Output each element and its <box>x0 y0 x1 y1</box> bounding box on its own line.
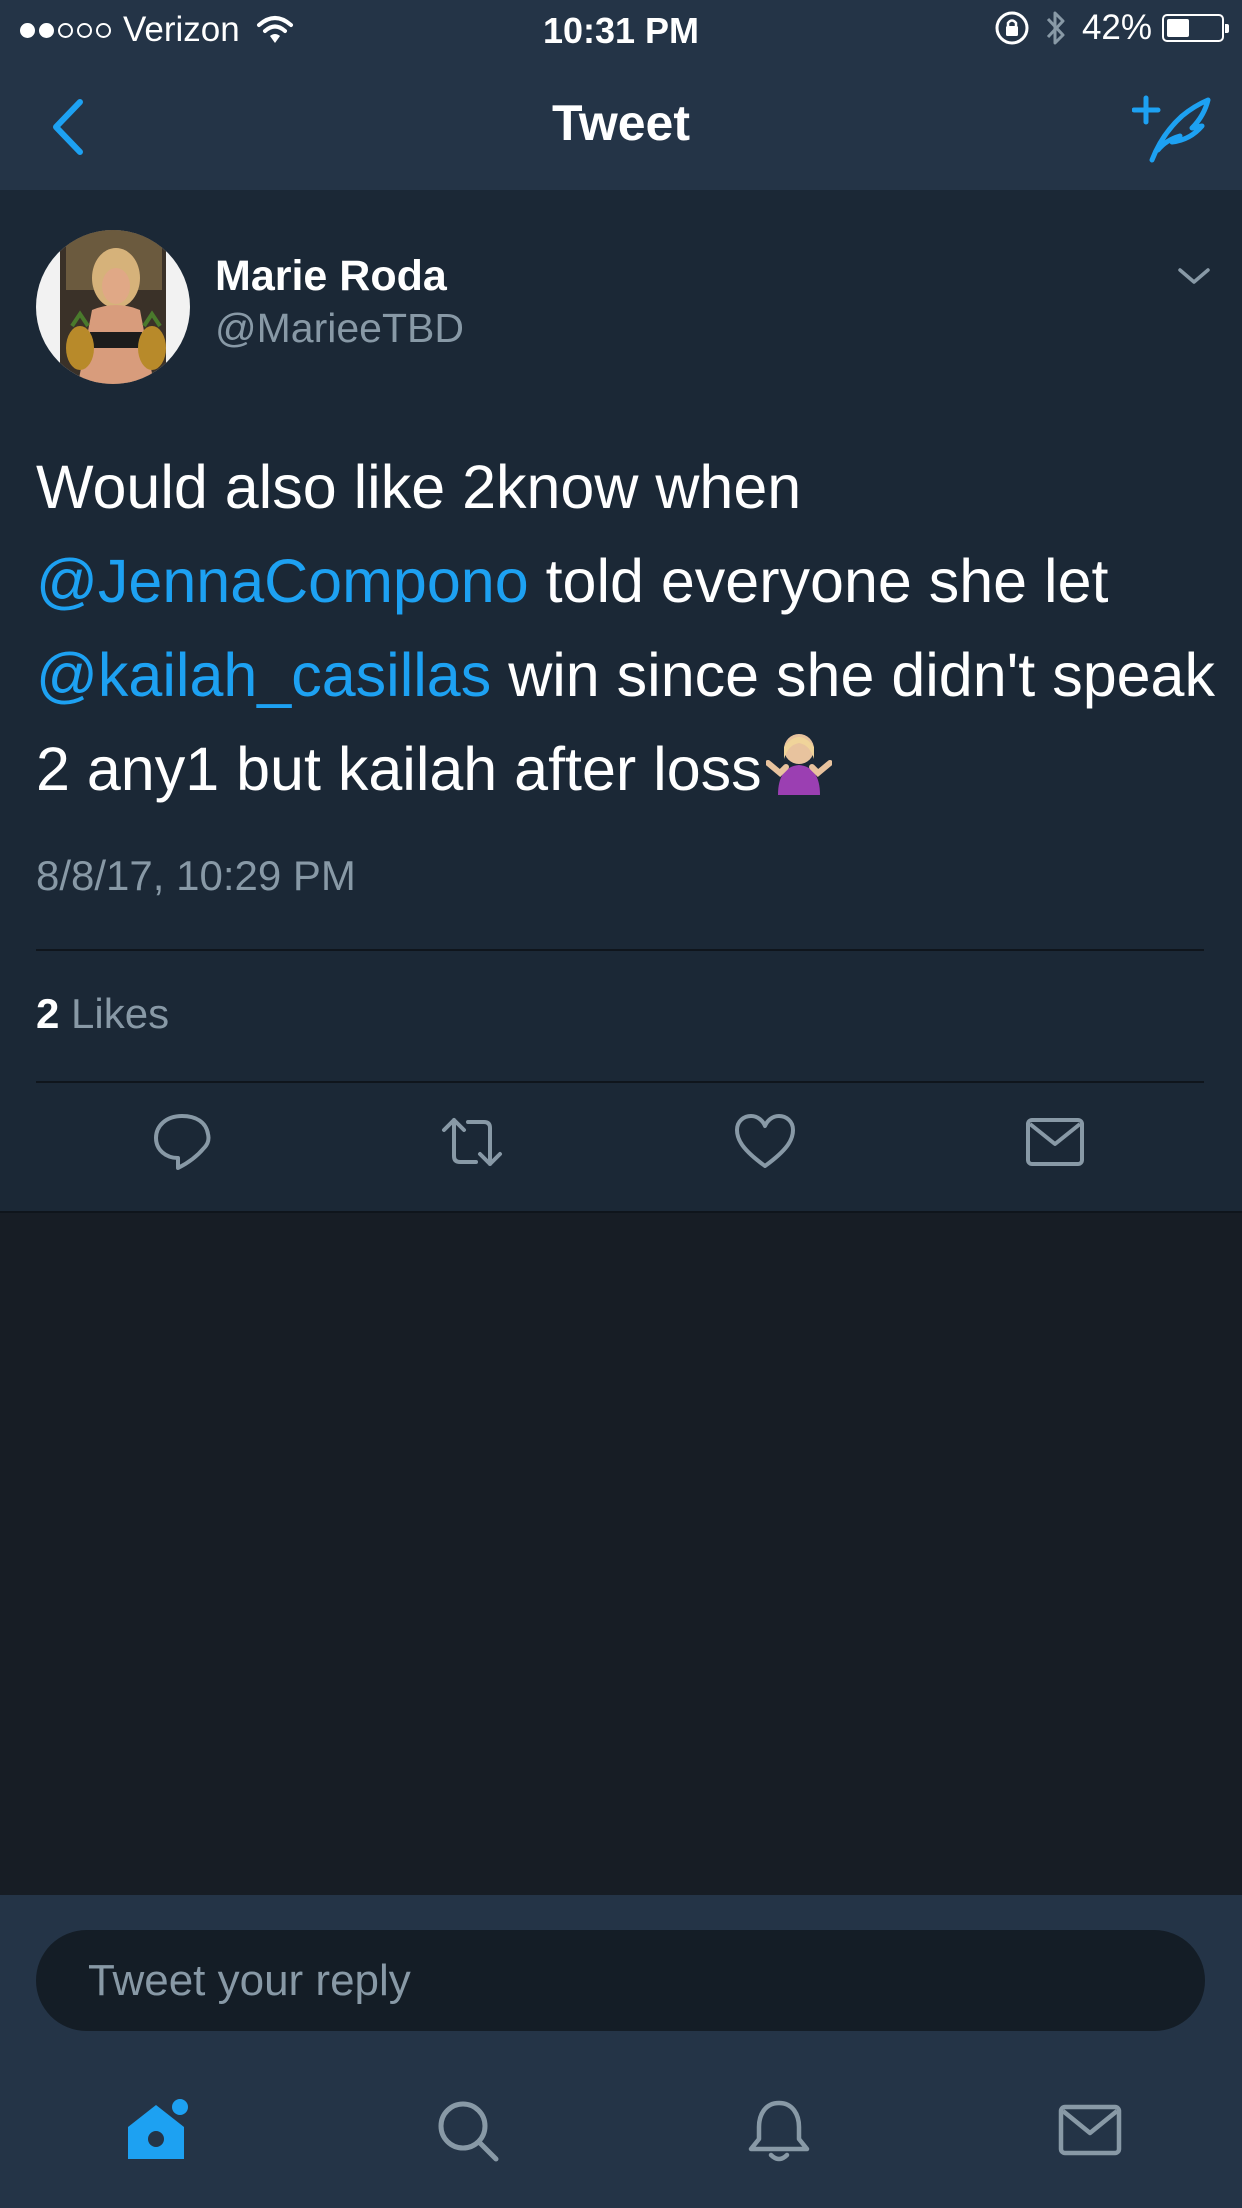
tweet-text-part: Would also like 2know when <box>36 453 802 521</box>
top-bar: Verizon 10:31 PM 42% Tweet <box>0 0 1242 190</box>
shrug-emoji-icon <box>764 727 833 821</box>
compose-tweet-icon[interactable] <box>1132 94 1212 164</box>
carrier-name: Verizon <box>123 10 240 49</box>
status-right: 42% <box>994 8 1229 48</box>
signal-dot <box>58 22 73 38</box>
wifi-icon <box>256 16 293 43</box>
reply-placeholder: Tweet your reply <box>88 1956 411 2005</box>
likes-number: 2 <box>36 990 60 1037</box>
reply-area: Tweet your reply <box>0 1895 1242 2208</box>
notifications-icon[interactable] <box>745 2097 813 2165</box>
mention-link[interactable]: @kailah_casillas <box>36 641 491 709</box>
author-handle[interactable]: @MarieeTBD <box>215 305 464 352</box>
avatar-photo <box>36 230 190 384</box>
avatar[interactable] <box>36 230 190 384</box>
mention-link[interactable]: @JennaCompono <box>36 547 529 615</box>
like-heart-icon[interactable] <box>733 1110 797 1174</box>
tweet-text-part: told everyone she let <box>528 547 1109 615</box>
direct-message-icon[interactable] <box>1023 1110 1087 1174</box>
signal-dot <box>77 22 92 38</box>
home-icon[interactable] <box>122 2097 190 2165</box>
battery-nub <box>1225 24 1229 33</box>
author-name[interactable]: Marie Roda <box>215 252 447 301</box>
page-title: Tweet <box>552 95 690 151</box>
status-bar: Verizon 10:31 PM 42% <box>0 0 1242 62</box>
reply-icon[interactable] <box>150 1110 214 1174</box>
likes-label: Likes <box>59 990 170 1037</box>
chevron-down-icon[interactable] <box>1174 260 1214 290</box>
signal-carrier: Verizon <box>20 10 294 50</box>
divider <box>36 1081 1204 1083</box>
tweet-detail: Marie Roda @MarieeTBD Would also like 2k… <box>0 190 1242 1213</box>
tweet-text: Would also like 2know when @JennaCompono… <box>36 440 1216 821</box>
battery-percent: 42% <box>1081 8 1152 47</box>
signal-dot <box>39 22 54 38</box>
reply-input[interactable]: Tweet your reply <box>36 1930 1205 2031</box>
likes-count[interactable]: 2 Likes <box>36 990 169 1038</box>
rotation-lock-icon <box>995 11 1029 45</box>
messages-icon[interactable] <box>1056 2097 1124 2165</box>
signal-dot <box>20 22 35 38</box>
battery-fill <box>1167 19 1189 37</box>
bluetooth-icon <box>1046 11 1065 45</box>
signal-dot <box>96 22 111 38</box>
search-icon[interactable] <box>434 2097 502 2165</box>
divider <box>36 949 1204 951</box>
retweet-icon[interactable] <box>440 1110 504 1174</box>
tweet-timestamp: 8/8/17, 10:29 PM <box>36 852 356 899</box>
battery-icon <box>1162 14 1229 42</box>
